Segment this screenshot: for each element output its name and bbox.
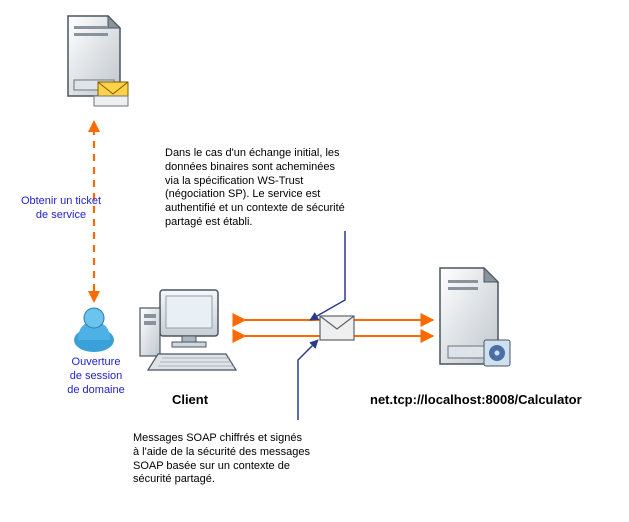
top-connector	[310, 231, 345, 320]
user-icon	[74, 308, 114, 352]
client-computer-icon	[140, 290, 236, 370]
envelope-icon	[320, 316, 354, 340]
bottom-description: Messages SOAP chiffrés et signésà l'aide…	[133, 432, 343, 487]
service-server-icon	[440, 268, 510, 366]
top-description: Dans le cas d'un échange initial, lesdon…	[165, 147, 385, 230]
client-label: Client	[150, 392, 230, 408]
service-url-label: net.tcp://localhost:8008/Calculator	[370, 392, 582, 408]
session-label: Ouverturede sessionde domaine	[56, 356, 136, 397]
kdc-server-icon	[68, 16, 128, 106]
message-arrows	[245, 320, 433, 336]
bottom-connector	[298, 340, 318, 420]
ticket-label: Obtenir un ticketde service	[6, 195, 116, 223]
